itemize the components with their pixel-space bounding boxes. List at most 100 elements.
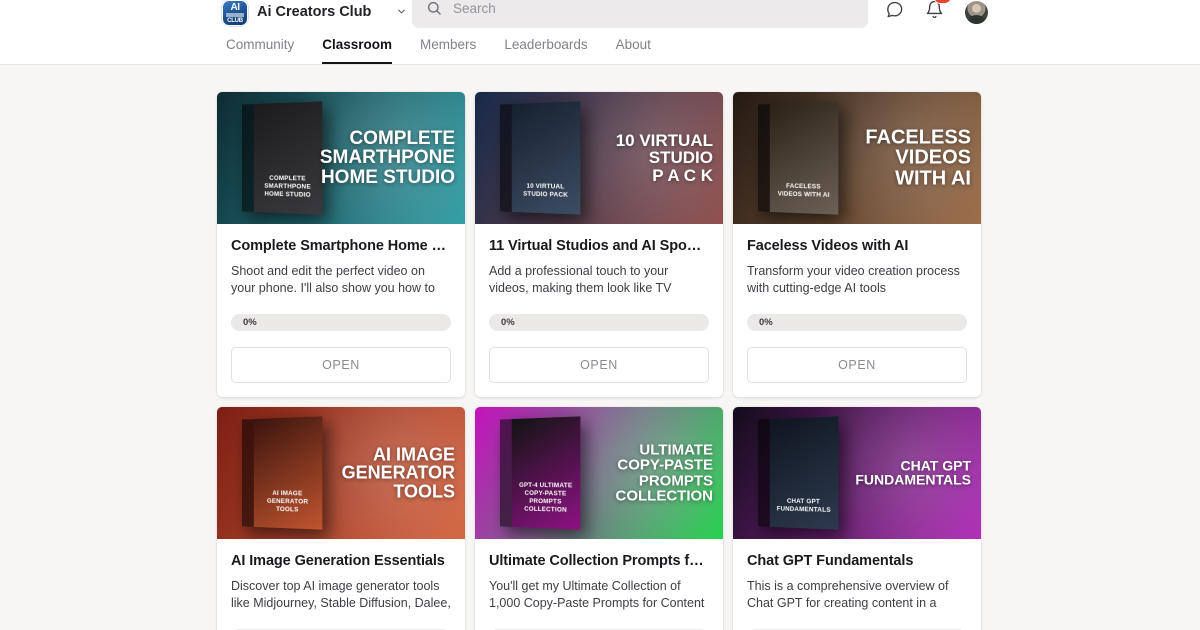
chat-bubble-icon[interactable] [885,0,904,24]
search-icon [426,0,442,16]
product-box-image: FACELESS VIDEOS WITH AI [757,101,839,215]
banner-line: AI IMAGE [372,444,455,465]
course-title: Faceless Videos with AI [747,238,909,254]
banner-line: TOOLS [393,481,455,502]
nav-item-1[interactable]: Classroom [308,37,406,64]
banner-title: CHAT GPT FUNDAMENTALS [855,458,971,488]
box-front: GPT-4 ULTIMATE COPY-PASTE PROMPTS COLLEC… [511,416,581,530]
course-banner: FACELESS VIDEOS WITH AI FACELESS VIDEOS WI… [733,92,981,224]
nav-label-0: Community [226,37,295,52]
box-front: FACELESS VIDEOS WITH AI [769,101,839,215]
banner-line: HOME STUDIO [320,166,455,188]
course-card[interactable]: 10 VIRTUAL STUDIO PACK 10 VIRTUAL STUDIO P… [475,92,723,397]
banner-line: COLLECTION [615,487,714,505]
banner-line: COMPLETE [349,127,455,149]
course-grid: COMPLETE SMARTHPONE HOME STUDIO COMPLETE… [217,92,983,630]
banner-line: VIDEOS [895,146,971,169]
box-front: 10 VIRTUAL STUDIO PACK [511,101,581,215]
banner-title: FACELESS VIDEOS WITH AI [865,127,971,190]
product-box-image: AI IMAGE GENERATOR TOOLS [241,416,323,530]
banner-line: GENERATOR [341,462,455,483]
bell-icon[interactable]: 22 [925,0,953,24]
ai-club-logo-icon: AI CLUB [222,0,248,26]
chevron-down-icon[interactable] [396,6,407,17]
course-card[interactable]: GPT-4 ULTIMATE COPY-PASTE PROMPTS COLLEC… [475,407,723,630]
open-course-button[interactable]: OPEN [231,347,451,383]
course-body: Chat GPT Fundamentals This is a comprehe… [733,539,981,630]
main-navigation: Community Classroom Members Leaderboards… [0,23,1200,65]
banner-line: WITH AI [895,167,971,190]
nav-item-3[interactable]: Leaderboards [490,37,601,64]
course-description: Discover top AI image generator tools li… [231,579,451,610]
box-label: AI IMAGE GENERATOR TOOLS [266,489,309,514]
course-card[interactable]: CHAT GPT FUNDAMENTALS CHAT GPT FUNDAMENTA… [733,407,981,630]
brand-name: Ai Creators Club [257,3,372,20]
course-body: AI Image Generation Essentials Discover … [217,539,465,630]
course-card[interactable]: COMPLETE SMARTHPONE HOME STUDIO COMPLETE… [217,92,465,397]
course-banner: AI IMAGE GENERATOR TOOLS AI IMAGE GENERAT… [217,407,465,539]
workspace-switcher[interactable]: AI CLUB Ai Creators Club [222,0,407,26]
box-label: COMPLETE SMARTHPONE HOME STUDIO [264,174,311,199]
box-spine [241,104,254,212]
banner-line: ULTIMATE [639,441,713,459]
box-spine [499,419,512,527]
nav-item-0[interactable]: Community [226,37,308,64]
course-card[interactable]: AI IMAGE GENERATOR TOOLS AI IMAGE GENERAT… [217,407,465,630]
progress-label: 0% [243,317,257,328]
progress-bar: 0% [489,314,709,331]
box-spine [757,419,770,527]
course-description: You'll get my Ultimate Collection of 1,0… [489,579,705,610]
progress-bar: 0% [231,314,451,331]
nav-label-4: About [615,37,651,52]
course-title: Complete Smartphone Home Stu... [231,238,451,254]
banner-title: AI IMAGE GENERATOR TOOLS [342,445,455,500]
course-body: 11 Virtual Studios and AI Spokesp... Add… [475,224,723,397]
logo-stripe [226,13,244,17]
logo-text-ai: AI [230,2,241,13]
course-banner: COMPLETE SMARTHPONE HOME STUDIO COMPLETE… [217,92,465,224]
box-label: CHAT GPT FUNDAMENTALS [776,497,831,514]
banner-line: COPY-PASTE [617,456,713,474]
search-bar[interactable]: Search [412,0,868,28]
banner-line: SMARTHPONE [319,147,455,169]
course-body: Complete Smartphone Home Stu... Shoot an… [217,224,465,397]
banner-title: ULTIMATE COPY-PASTE PROMPTS COLLECTION [616,442,714,503]
box-label: FACELESS VIDEOS WITH AI [777,182,830,199]
course-description: Add a professional touch to your videos,… [489,264,672,295]
product-box-image: COMPLETE SMARTHPONE HOME STUDIO [241,101,323,215]
course-title: Ultimate Collection Prompts for C... [489,553,709,569]
nav-item-2[interactable]: Members [406,37,490,64]
course-description: Transform your video creation process wi… [747,264,960,295]
banner-line: STUDIO [648,148,713,168]
product-box-image: 10 VIRTUAL STUDIO PACK [499,101,581,215]
banner-line: 10 VIRTUAL [615,131,713,151]
banner-title: 10 VIRTUAL STUDIO P A C K [616,132,713,184]
open-course-button[interactable]: OPEN [489,347,709,383]
header-actions: 22 [885,0,988,24]
course-description: Shoot and edit the perfect video on your… [231,264,435,295]
course-title: AI Image Generation Essentials [231,553,445,569]
banner-title: COMPLETE SMARTHPONE HOME STUDIO [319,127,455,188]
search-input[interactable]: Search [453,1,496,16]
course-body: Ultimate Collection Prompts for C... You… [475,539,723,630]
top-bar: AI CLUB Ai Creators Club Search 22 [0,0,1200,28]
avatar[interactable] [965,1,988,24]
nav-item-4[interactable]: About [602,37,665,64]
progress-label: 0% [759,317,773,328]
course-card[interactable]: FACELESS VIDEOS WITH AI FACELESS VIDEOS WI… [733,92,981,397]
progress-bar: 0% [747,314,967,331]
course-description: This is a comprehensive overview of Chat… [747,579,949,610]
box-label: 10 VIRTUAL STUDIO PACK [523,182,569,199]
banner-line: FUNDAMENTALS [855,472,971,488]
box-front: AI IMAGE GENERATOR TOOLS [253,416,323,530]
banner-line: P A C K [652,165,713,185]
open-course-button[interactable]: OPEN [747,347,967,383]
notification-count-badge: 22 [933,0,953,4]
nav-label-3: Leaderboards [504,37,588,52]
course-title: 11 Virtual Studios and AI Spokesp... [489,238,709,254]
classroom-content: COMPLETE SMARTHPONE HOME STUDIO COMPLETE… [0,65,1200,630]
course-banner: GPT-4 ULTIMATE COPY-PASTE PROMPTS COLLEC… [475,407,723,539]
product-box-image: GPT-4 ULTIMATE COPY-PASTE PROMPTS COLLEC… [499,416,581,530]
progress-label: 0% [501,317,515,328]
course-title: Chat GPT Fundamentals [747,553,914,569]
